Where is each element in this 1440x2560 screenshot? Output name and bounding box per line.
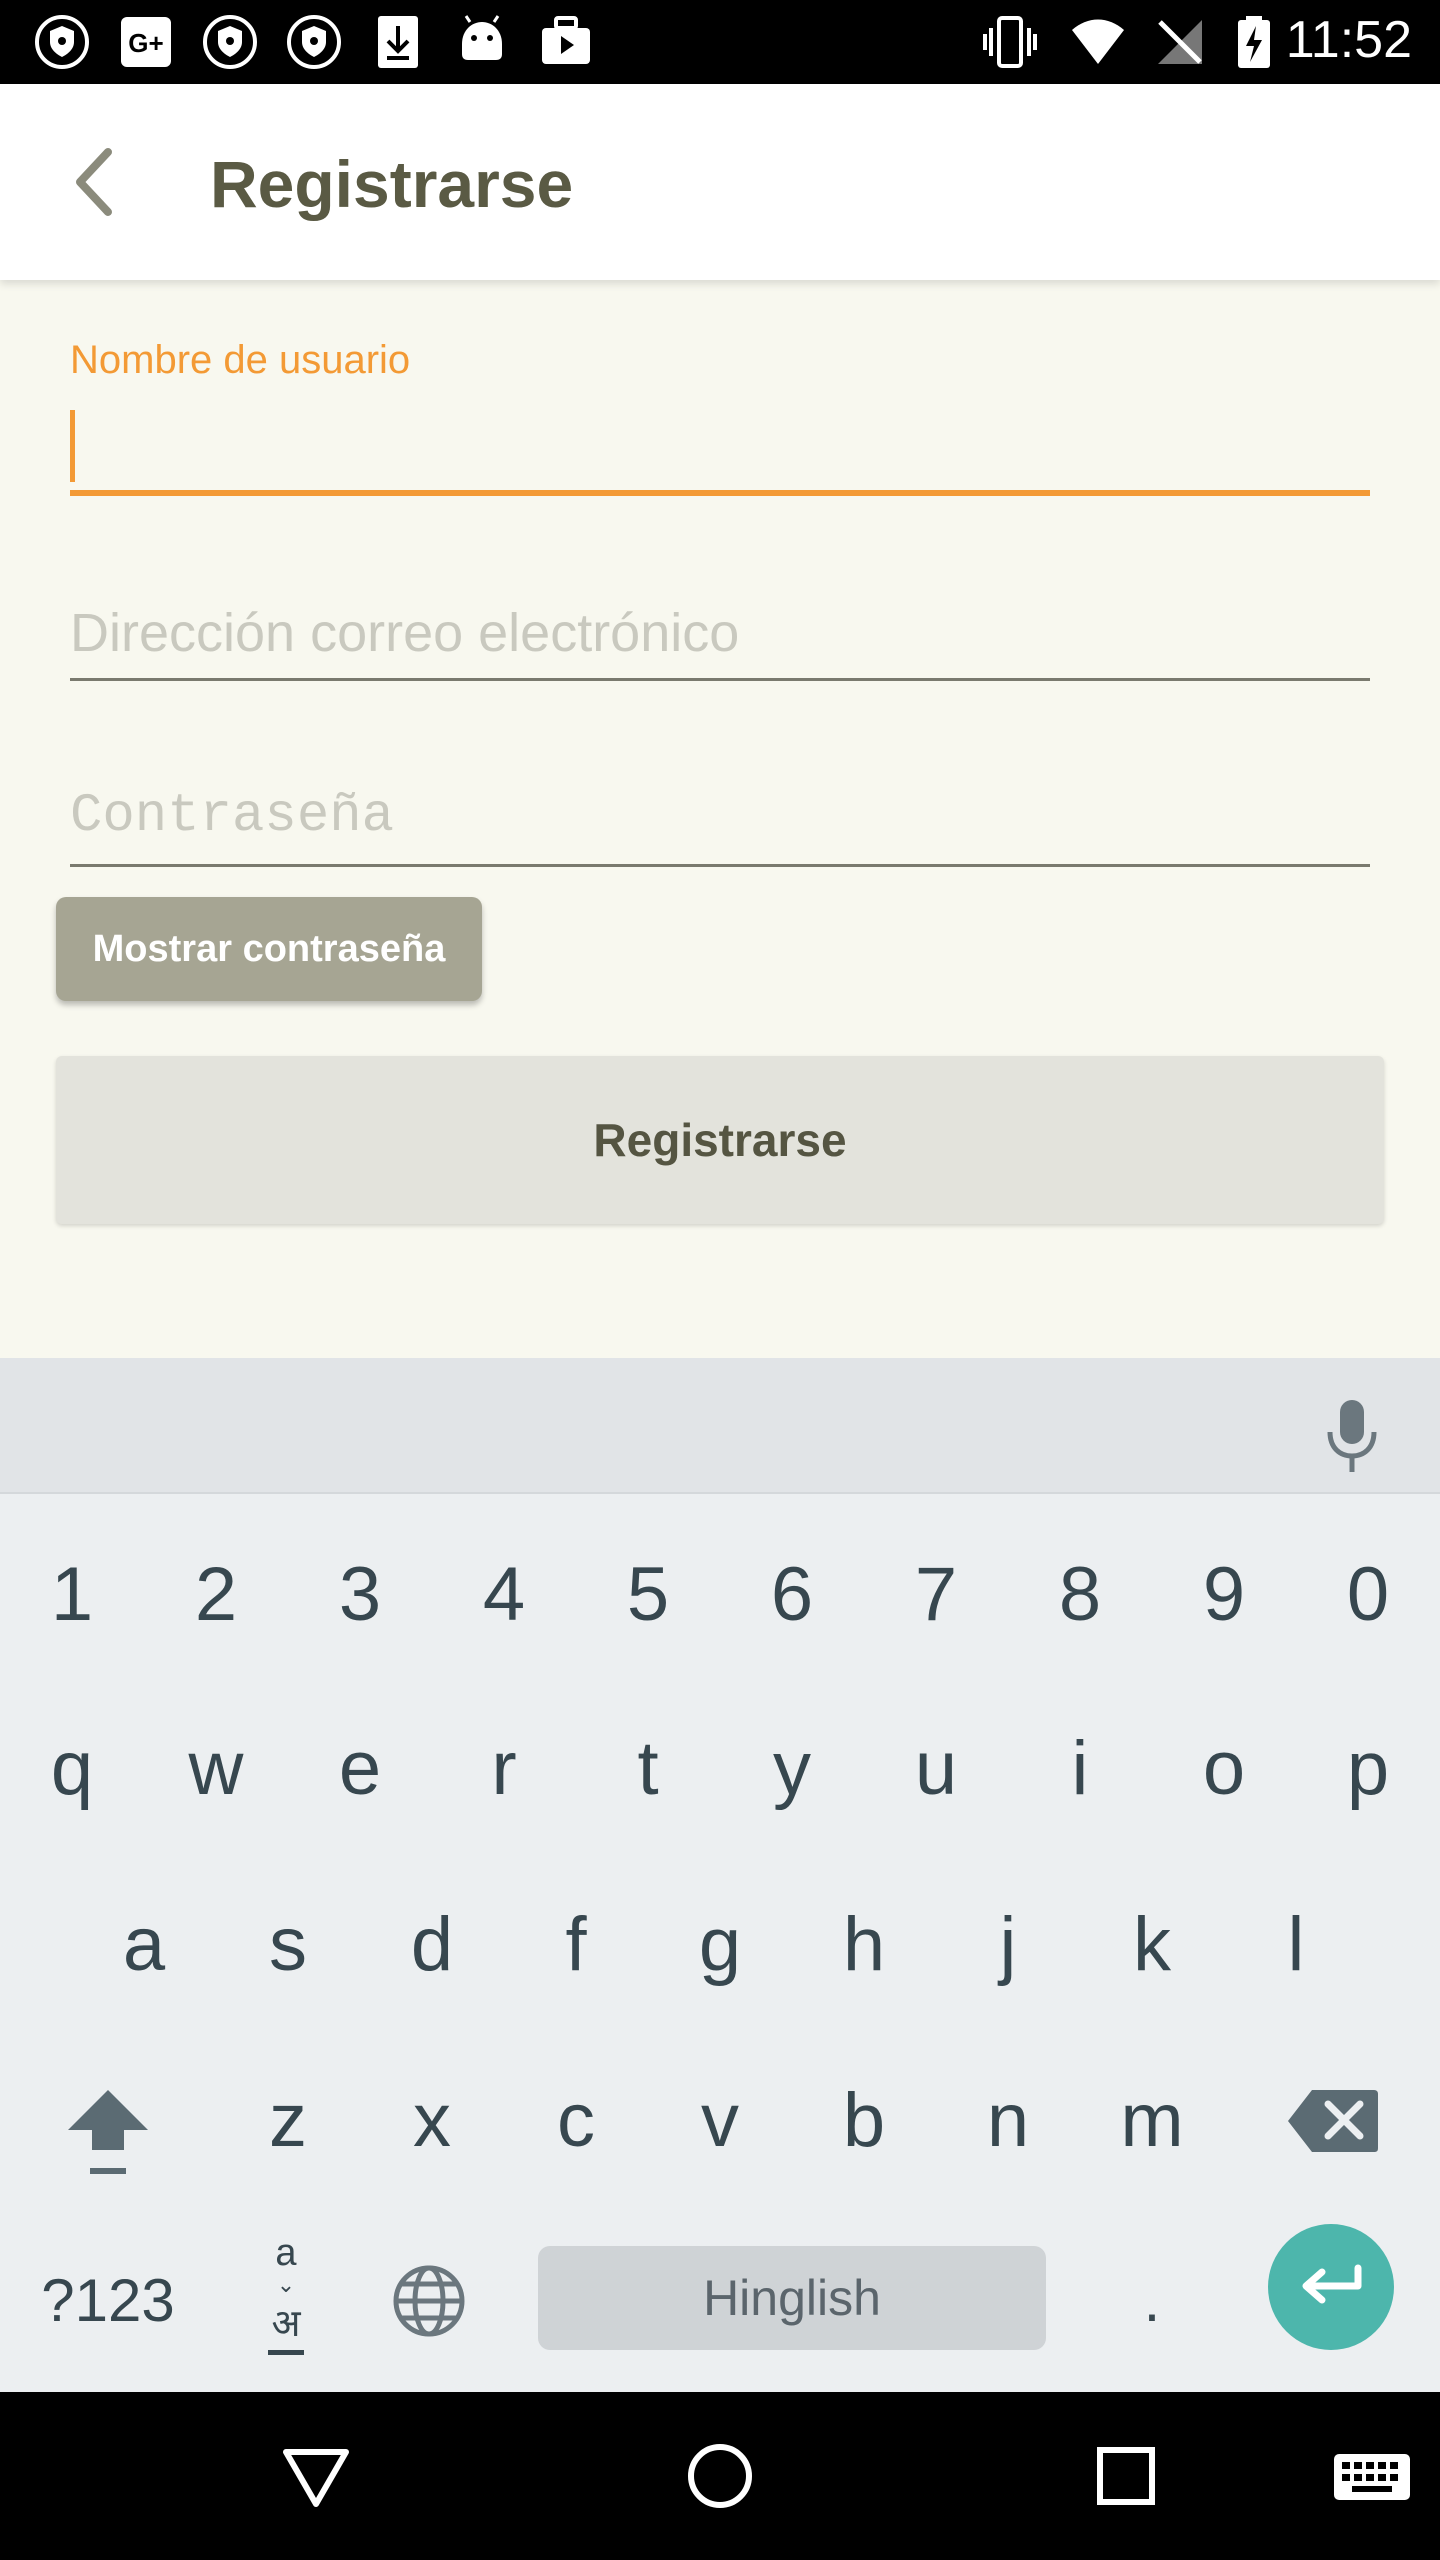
lang-latin-glyph: a: [275, 2232, 297, 2274]
app-bar: Registrarse: [0, 84, 1440, 280]
shield-icon: [203, 15, 257, 69]
back-triangle-icon[interactable]: [276, 2436, 356, 2516]
key-z[interactable]: z: [216, 2050, 360, 2190]
key-6[interactable]: 6: [720, 1524, 864, 1664]
keyboard-suggestion-bar: [0, 1358, 1440, 1494]
key-c[interactable]: c: [504, 2050, 648, 2190]
microphone-icon[interactable]: [1322, 1396, 1382, 1476]
vibrate-icon: [983, 16, 1037, 68]
key-q[interactable]: q: [0, 1698, 144, 1838]
key-u[interactable]: u: [864, 1698, 1008, 1838]
wifi-icon: [1072, 19, 1124, 64]
key-g[interactable]: g: [648, 1874, 792, 2014]
home-circle-icon[interactable]: [680, 2436, 760, 2516]
key-2[interactable]: 2: [144, 1524, 288, 1664]
briefcase-play-icon: [542, 16, 590, 64]
key-t[interactable]: t: [576, 1698, 720, 1838]
password-underline: [70, 864, 1370, 867]
shift-icon[interactable]: [62, 2084, 154, 2180]
lang-underline: [268, 2350, 304, 2355]
download-icon: [378, 16, 418, 68]
key-p[interactable]: p: [1296, 1698, 1440, 1838]
battery-charging-icon: [1238, 16, 1270, 68]
android-icon: [462, 15, 502, 60]
key-j[interactable]: j: [936, 1874, 1080, 2014]
period-key[interactable]: .: [1082, 2230, 1222, 2370]
key-e[interactable]: e: [288, 1698, 432, 1838]
keyboard-switch-icon[interactable]: [1330, 2436, 1414, 2516]
show-password-button[interactable]: Mostrar contraseña: [56, 897, 482, 1001]
key-8[interactable]: 8: [1008, 1524, 1152, 1664]
key-v[interactable]: v: [648, 2050, 792, 2190]
shield-icon: [287, 15, 341, 69]
enter-key[interactable]: [1268, 2224, 1394, 2350]
key-k[interactable]: k: [1080, 1874, 1224, 2014]
key-o[interactable]: o: [1152, 1698, 1296, 1838]
key-5[interactable]: 5: [576, 1524, 720, 1664]
key-x[interactable]: x: [360, 2050, 504, 2190]
key-d[interactable]: d: [360, 1874, 504, 2014]
soft-keyboard: 1234567890 qwertyuiop asdfghjkl zxcvbnm …: [0, 1358, 1440, 2392]
key-a[interactable]: a: [72, 1874, 216, 2014]
clock: 11:52: [1285, 11, 1412, 69]
registration-form: Nombre de usuario Dirección correo elect…: [0, 280, 1440, 1358]
email-placeholder: Dirección correo electrónico: [70, 603, 740, 663]
key-9[interactable]: 9: [1152, 1524, 1296, 1664]
text-cursor: [70, 410, 75, 482]
lang-devanagari-glyph: अ: [271, 2301, 301, 2345]
key-n[interactable]: n: [936, 2050, 1080, 2190]
shield-icon: [35, 15, 89, 69]
globe-icon[interactable]: [392, 2264, 466, 2338]
svg-text:G+: G+: [128, 28, 163, 58]
recents-square-icon[interactable]: [1086, 2436, 1166, 2516]
key-0[interactable]: 0: [1296, 1524, 1440, 1664]
password-placeholder: Contraseña: [70, 786, 395, 847]
space-key[interactable]: Hinglish: [538, 2246, 1046, 2350]
key-m[interactable]: m: [1080, 2050, 1224, 2190]
username-input[interactable]: [70, 406, 1370, 496]
key-i[interactable]: i: [1008, 1698, 1152, 1838]
key-r[interactable]: r: [432, 1698, 576, 1838]
key-y[interactable]: y: [720, 1698, 864, 1838]
navigation-bar: [0, 2392, 1440, 2560]
username-underline: [70, 490, 1370, 496]
no-signal-icon: [1158, 20, 1202, 64]
email-underline: [70, 678, 1370, 681]
backspace-icon[interactable]: [1286, 2088, 1380, 2154]
username-label: Nombre de usuario: [70, 338, 411, 382]
return-arrow-icon: [1302, 2264, 1362, 2304]
chevron-left-icon[interactable]: [58, 142, 138, 222]
google-plus-icon: G+: [121, 17, 171, 67]
key-w[interactable]: w: [144, 1698, 288, 1838]
key-s[interactable]: s: [216, 1874, 360, 2014]
status-bar: G+ 11:52: [0, 0, 1440, 84]
register-button[interactable]: Registrarse: [56, 1056, 1384, 1224]
page-title: Registrarse: [210, 147, 574, 221]
language-switch-key[interactable]: a ⌄ अ: [246, 2232, 326, 2360]
key-f[interactable]: f: [504, 1874, 648, 2014]
key-3[interactable]: 3: [288, 1524, 432, 1664]
key-4[interactable]: 4: [432, 1524, 576, 1664]
key-b[interactable]: b: [792, 2050, 936, 2190]
key-l[interactable]: l: [1224, 1874, 1368, 2014]
key-1[interactable]: 1: [0, 1524, 144, 1664]
chevron-down-icon: ⌄: [276, 2272, 296, 2297]
key-h[interactable]: h: [792, 1874, 936, 2014]
symbols-key[interactable]: ?123: [36, 2230, 180, 2370]
key-7[interactable]: 7: [864, 1524, 1008, 1664]
